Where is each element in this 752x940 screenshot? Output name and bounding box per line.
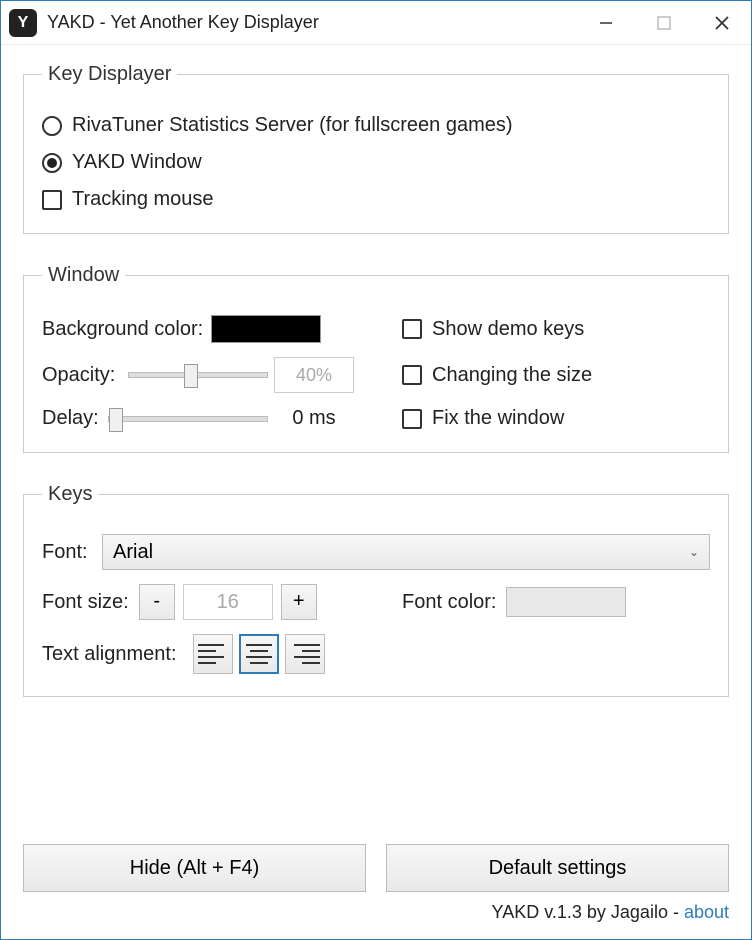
group-keys: Keys Font: Arial ⌄ Font size: - 16 + Fon…	[23, 483, 729, 697]
maximize-icon	[657, 16, 671, 30]
delay-slider[interactable]	[108, 416, 268, 422]
font-label: Font:	[42, 541, 102, 564]
radio-row-riva[interactable]: RivaTuner Statistics Server (for fullscr…	[42, 114, 710, 137]
checkbox-tracking-mouse-label: Tracking mouse	[72, 188, 214, 211]
check-row-mouse[interactable]: Tracking mouse	[42, 188, 710, 211]
group-window: Window Background color: Show demo keys …	[23, 264, 729, 453]
radio-yakd-label: YAKD Window	[72, 151, 202, 174]
group-keys-legend: Keys	[42, 483, 98, 506]
checkbox-changing-size[interactable]	[402, 365, 422, 385]
bgcolor-label: Background color:	[42, 318, 203, 341]
bgcolor-swatch[interactable]	[211, 315, 321, 343]
default-settings-button[interactable]: Default settings	[386, 844, 729, 892]
opacity-slider[interactable]	[128, 372, 268, 378]
align-right-button[interactable]	[285, 634, 325, 674]
delay-slider-thumb[interactable]	[109, 408, 123, 432]
app-icon: Y	[9, 9, 37, 37]
fontsize-label: Font size:	[42, 591, 129, 614]
fontcolor-label: Font color:	[402, 591, 496, 614]
delay-label: Delay:	[42, 407, 102, 430]
window-title: YAKD - Yet Another Key Displayer	[47, 12, 577, 33]
checkbox-show-demo[interactable]	[402, 319, 422, 339]
checkbox-tracking-mouse[interactable]	[42, 190, 62, 210]
group-key-displayer-legend: Key Displayer	[42, 63, 177, 86]
hide-button[interactable]: Hide (Alt + F4)	[23, 844, 366, 892]
opacity-slider-thumb[interactable]	[184, 364, 198, 388]
minimize-icon	[599, 16, 613, 30]
minimize-button[interactable]	[577, 1, 635, 45]
text-align-label: Text alignment:	[42, 643, 177, 666]
footer: YAKD v.1.3 by Jagailo - about	[23, 902, 729, 929]
radio-row-yakd[interactable]: YAKD Window	[42, 151, 710, 174]
fontsize-increase-button[interactable]: +	[281, 584, 317, 620]
group-key-displayer: Key Displayer RivaTuner Statistics Serve…	[23, 63, 729, 234]
maximize-button	[635, 1, 693, 45]
chevron-down-icon: ⌄	[689, 545, 699, 559]
align-left-button[interactable]	[193, 634, 233, 674]
checkbox-changing-size-label: Changing the size	[432, 364, 592, 387]
opacity-label: Opacity:	[42, 364, 122, 387]
checkbox-fix-window[interactable]	[402, 409, 422, 429]
font-select[interactable]: Arial ⌄	[102, 534, 710, 570]
about-link[interactable]: about	[684, 902, 729, 922]
check-row-size[interactable]: Changing the size	[402, 364, 592, 387]
checkbox-fix-window-label: Fix the window	[432, 407, 564, 430]
opacity-value[interactable]: 40%	[274, 357, 354, 393]
app-window: Y YAKD - Yet Another Key Displayer Key D…	[0, 0, 752, 940]
font-select-value: Arial	[113, 541, 153, 564]
align-center-button[interactable]	[239, 634, 279, 674]
close-icon	[714, 15, 730, 31]
radio-riva[interactable]	[42, 116, 62, 136]
checkbox-show-demo-label: Show demo keys	[432, 318, 584, 341]
radio-yakd[interactable]	[42, 153, 62, 173]
titlebar: Y YAKD - Yet Another Key Displayer	[1, 1, 751, 45]
close-button[interactable]	[693, 1, 751, 45]
content-area: Key Displayer RivaTuner Statistics Serve…	[1, 45, 751, 939]
bottom-buttons: Hide (Alt + F4) Default settings	[23, 844, 729, 892]
group-window-legend: Window	[42, 264, 125, 287]
delay-value: 0 ms	[274, 407, 354, 430]
fontsize-input[interactable]: 16	[183, 584, 273, 620]
check-row-demo[interactable]: Show demo keys	[402, 318, 584, 341]
footer-text: YAKD v.1.3 by Jagailo -	[492, 902, 684, 922]
check-row-fix[interactable]: Fix the window	[402, 407, 564, 430]
fontsize-decrease-button[interactable]: -	[139, 584, 175, 620]
radio-riva-label: RivaTuner Statistics Server (for fullscr…	[72, 114, 513, 137]
fontcolor-swatch[interactable]	[506, 587, 626, 617]
